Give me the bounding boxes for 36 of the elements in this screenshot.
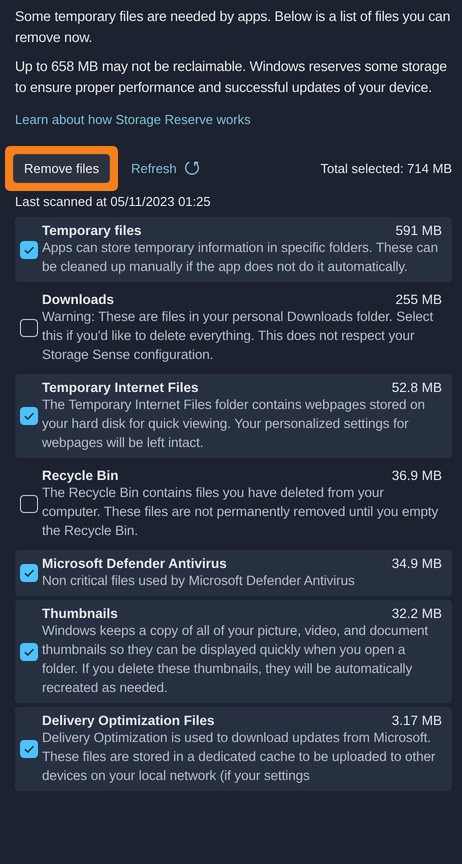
item-description: The Temporary Internet Files folder contains webpages stored on your hard disk for quick viewing. Your personalized settings for webpages will be left intact. [42, 396, 426, 452]
item-description: Windows keeps a copy of all of your picture, video, and document thumbnails so they can be displayed quickly when you open a folder. If you delete these thumbnails, they will be automatically recreated as needed. [42, 622, 430, 697]
item-description: Delivery Optimization is used to download updates from Microsoft. These files are stored in a dedicated cache to be uploaded to other devices on your local network (if your settings [42, 729, 436, 785]
item-description: Warning: These are files in your personal Downloads folder. Select this if you'd like to delete everything. This does not respect your Storage Sense configuration. [42, 308, 434, 364]
item-title: Downloads [42, 292, 114, 307]
item-size: 32.2 MB [392, 606, 442, 621]
item-size: 255 MB [395, 292, 442, 307]
item-size: 52.8 MB [392, 380, 442, 395]
item-title: Delivery Optimization Files [42, 713, 215, 728]
checkbox[interactable] [20, 495, 38, 513]
storage-reserve-link[interactable]: Learn about how Storage Reserve works [15, 112, 251, 127]
item-title: Recycle Bin [42, 468, 119, 483]
item-title: Temporary files [42, 223, 142, 238]
item-size: 34.9 MB [392, 556, 442, 571]
checkbox[interactable] [20, 564, 38, 582]
item-title: Microsoft Defender Antivirus [42, 556, 227, 571]
last-scanned-text: Last scanned at 05/11/2023 01:25 [15, 194, 212, 209]
item-title: Temporary Internet Files [42, 380, 199, 395]
remove-files-button[interactable]: Remove files [13, 154, 110, 182]
item-description: Non critical files used by Microsoft Defender Antivirus [42, 572, 356, 590]
item-size: 36.9 MB [392, 468, 442, 483]
checkbox[interactable] [20, 740, 38, 758]
checkbox[interactable] [20, 240, 38, 258]
item-size: 591 MB [395, 223, 442, 238]
refresh-icon[interactable] [182, 159, 201, 177]
item-title: Thumbnails [42, 606, 118, 621]
checkbox[interactable] [20, 319, 38, 337]
checkbox[interactable] [20, 642, 38, 660]
total-selected-text: Total selected: 714 MB [320, 160, 452, 176]
item-size: 3.17 MB [392, 713, 442, 728]
checkbox[interactable] [20, 407, 38, 425]
refresh-link[interactable]: Refresh [131, 160, 177, 176]
item-description: The Recycle Bin contains files you have deleted from your computer. These files are not permanently removed until you empty the Recycle Bin. [42, 484, 440, 540]
intro-text: Up to 658 MB may not be reclaimable. Windows reserves some storage to ensure proper performance and successful updates of your device. [15, 57, 448, 97]
item-description: Apps can store temporary information in specific folders. These can be cleaned up manually if the app does not do it automatically. [42, 239, 439, 276]
intro-text: Some temporary files are needed by apps. Below is a list of files you can remove now. [15, 7, 452, 47]
